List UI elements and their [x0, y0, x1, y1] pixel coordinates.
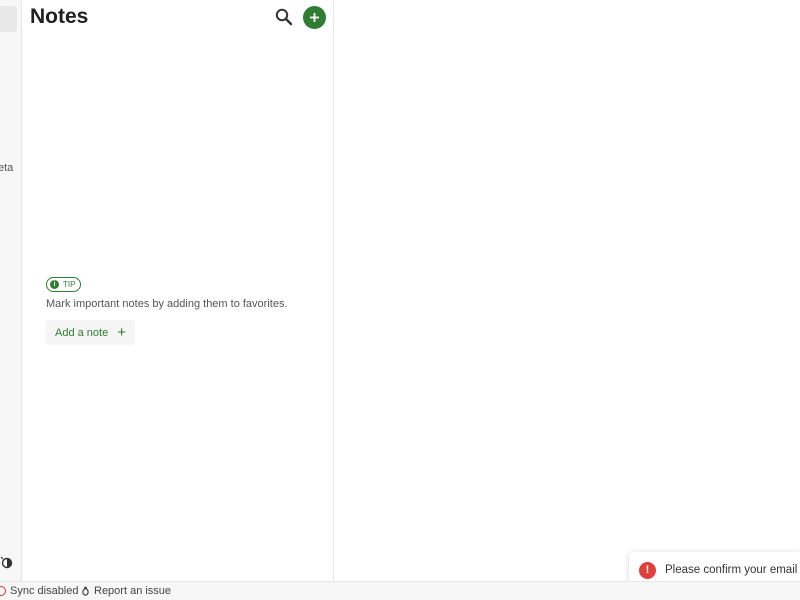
add-note-label: Add a note	[55, 326, 109, 339]
search-icon	[275, 8, 293, 26]
notes-header: Notes	[22, 0, 334, 36]
tip-badge-label: TIP	[63, 280, 76, 289]
editor-area	[335, 0, 800, 581]
search-button[interactable]	[274, 7, 294, 27]
report-issue-button[interactable]: Report an issue	[81, 585, 171, 597]
add-note-fab[interactable]	[303, 6, 326, 29]
add-note-button[interactable]: Add a note +	[46, 320, 135, 345]
empty-state: i TIP Mark important notes by adding the…	[46, 273, 326, 345]
status-bar: Sync disabled Report an issue	[0, 581, 800, 600]
notes-list-panel: Notes i TIP Mark important notes by addi…	[22, 0, 334, 581]
nav-item-active[interactable]	[0, 6, 17, 32]
plus-icon	[310, 13, 319, 22]
app-window: eta Notes i	[0, 0, 800, 600]
sync-status-label: Sync disabled	[10, 585, 79, 597]
plus-icon: +	[117, 324, 126, 341]
nav-rail: eta	[0, 0, 22, 581]
toast-message: Please confirm your email t	[665, 564, 800, 576]
report-issue-label: Report an issue	[94, 585, 172, 597]
theme-toggle-icon[interactable]	[0, 556, 14, 570]
sync-status-button[interactable]: Sync disabled	[0, 585, 79, 597]
sync-disabled-icon	[0, 586, 6, 596]
page-title: Notes	[30, 5, 89, 28]
tip-text: Mark important notes by adding them to f…	[46, 298, 288, 310]
bug-icon	[82, 586, 89, 596]
tip-badge: i TIP	[46, 277, 82, 292]
error-icon: !	[639, 561, 656, 579]
info-icon: i	[50, 280, 59, 289]
nav-item-label[interactable]: eta	[0, 162, 13, 174]
